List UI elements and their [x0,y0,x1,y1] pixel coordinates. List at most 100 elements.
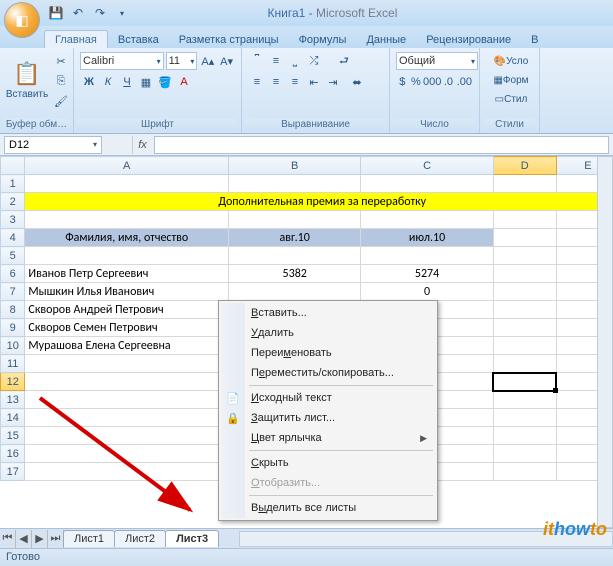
ctx-tabcolor[interactable]: Цвет ярлычка▶ [221,428,435,448]
grow-font-icon[interactable]: A▴ [199,52,216,70]
row-header[interactable]: 17 [1,463,25,481]
row-header[interactable]: 1 [1,175,25,193]
office-button[interactable]: ◧ [4,2,40,38]
cut-icon[interactable]: ✂ [52,52,70,70]
cell[interactable]: 5274 [361,265,493,283]
nav-prev-icon[interactable]: ◀ [16,530,32,548]
cell[interactable] [493,463,556,481]
copy-icon[interactable]: ⎘ [52,72,70,90]
tab-insert[interactable]: Вставка [108,31,169,48]
shrink-font-icon[interactable]: A▾ [218,52,235,70]
cell[interactable] [493,355,556,373]
cell[interactable] [25,409,229,427]
cell[interactable]: Скворов Андрей Петрович [25,301,229,319]
row-header[interactable]: 14 [1,409,25,427]
row-header[interactable]: 10 [1,337,25,355]
format-table-button[interactable]: ▦ Форм [486,71,536,89]
font-color-icon[interactable]: A [175,73,193,91]
col-header[interactable] [1,157,25,175]
cell[interactable]: 5382 [229,265,361,283]
cell[interactable]: Мышкин Илья Иванович [25,283,229,301]
format-painter-icon[interactable]: 🖌 [52,92,70,110]
cell[interactable] [493,175,556,193]
fx-icon[interactable]: fx [132,136,152,154]
merged-title-cell[interactable]: Дополнительная премия за переработку [25,193,613,211]
decrease-decimal-icon[interactable]: .00 [456,73,473,91]
row-header[interactable]: 9 [1,319,25,337]
cell-styles-button[interactable]: ▭ Стил [486,90,536,108]
align-center-icon[interactable]: ≡ [267,73,285,91]
sheet-tab-2[interactable]: Лист2 [114,530,166,547]
cell[interactable] [361,175,493,193]
percent-icon[interactable]: % [410,73,423,91]
cell[interactable] [361,247,493,265]
name-box[interactable]: D12▾ [4,136,102,154]
underline-button[interactable]: Ч [118,73,136,91]
cell[interactable] [25,463,229,481]
ctx-protect[interactable]: 🔒Защитить лист... [221,408,435,428]
row-header[interactable]: 7 [1,283,25,301]
ctx-source[interactable]: 📄Исходный текст [221,388,435,408]
cell[interactable] [25,355,229,373]
cell[interactable] [493,427,556,445]
fill-color-icon[interactable]: 🪣 [156,73,174,91]
nav-last-icon[interactable]: ⏭ [48,530,64,548]
cell[interactable] [25,175,229,193]
table-header-cell[interactable]: авг.10 [229,229,361,247]
ctx-hide[interactable]: Скрыть [221,453,435,473]
row-header[interactable]: 11 [1,355,25,373]
redo-icon[interactable]: ↷ [92,5,108,21]
vertical-scrollbar[interactable] [597,156,613,528]
cell[interactable] [493,391,556,409]
cell[interactable] [229,175,361,193]
cell[interactable] [493,337,556,355]
paste-button[interactable]: 📋 Вставить [6,52,48,108]
cell[interactable] [361,211,493,229]
tab-layout[interactable]: Разметка страницы [169,31,289,48]
sheet-tab-1[interactable]: Лист1 [63,530,115,547]
cell[interactable] [229,211,361,229]
tab-home[interactable]: Главная [44,30,108,48]
cell[interactable] [493,319,556,337]
row-header[interactable]: 5 [1,247,25,265]
tab-formulas[interactable]: Формулы [289,31,357,48]
cell[interactable] [493,409,556,427]
col-header[interactable]: B [229,157,361,175]
wrap-text-icon[interactable]: ⮐ [324,52,364,70]
cell[interactable] [493,247,556,265]
col-header[interactable]: A [25,157,229,175]
nav-next-icon[interactable]: ▶ [32,530,48,548]
cell[interactable] [493,283,556,301]
cell[interactable]: Мурашова Елена Сергеевна [25,337,229,355]
nav-first-icon[interactable]: ⏮ [0,530,16,548]
cell[interactable] [229,247,361,265]
ctx-rename[interactable]: Переименовать [221,343,435,363]
row-header[interactable]: 15 [1,427,25,445]
cell[interactable] [493,445,556,463]
tab-view[interactable]: В [521,31,548,48]
italic-button[interactable]: К [99,73,117,91]
border-icon[interactable]: ▦ [137,73,155,91]
font-size-combo[interactable]: 11▾ [166,52,198,70]
row-header[interactable]: 13 [1,391,25,409]
number-format-combo[interactable]: Общий▾ [396,52,478,70]
bold-button[interactable]: Ж [80,73,98,91]
cell[interactable] [25,373,229,391]
row-header[interactable]: 16 [1,445,25,463]
ctx-delete[interactable]: Удалить [221,323,435,343]
cell[interactable] [493,229,556,247]
cell[interactable] [25,211,229,229]
tab-review[interactable]: Рецензирование [416,31,521,48]
cell[interactable] [493,301,556,319]
row-header[interactable]: 2 [1,193,25,211]
cell[interactable] [25,391,229,409]
cell[interactable] [25,247,229,265]
tab-data[interactable]: Данные [356,31,416,48]
cell[interactable] [493,373,556,391]
col-header[interactable]: C [361,157,493,175]
cell[interactable] [493,265,556,283]
ctx-move[interactable]: Переместить/скопировать... [221,363,435,383]
row-header[interactable]: 12 [1,373,25,391]
comma-icon[interactable]: 000 [423,73,441,91]
align-top-icon[interactable]: ⎴ [248,52,266,70]
